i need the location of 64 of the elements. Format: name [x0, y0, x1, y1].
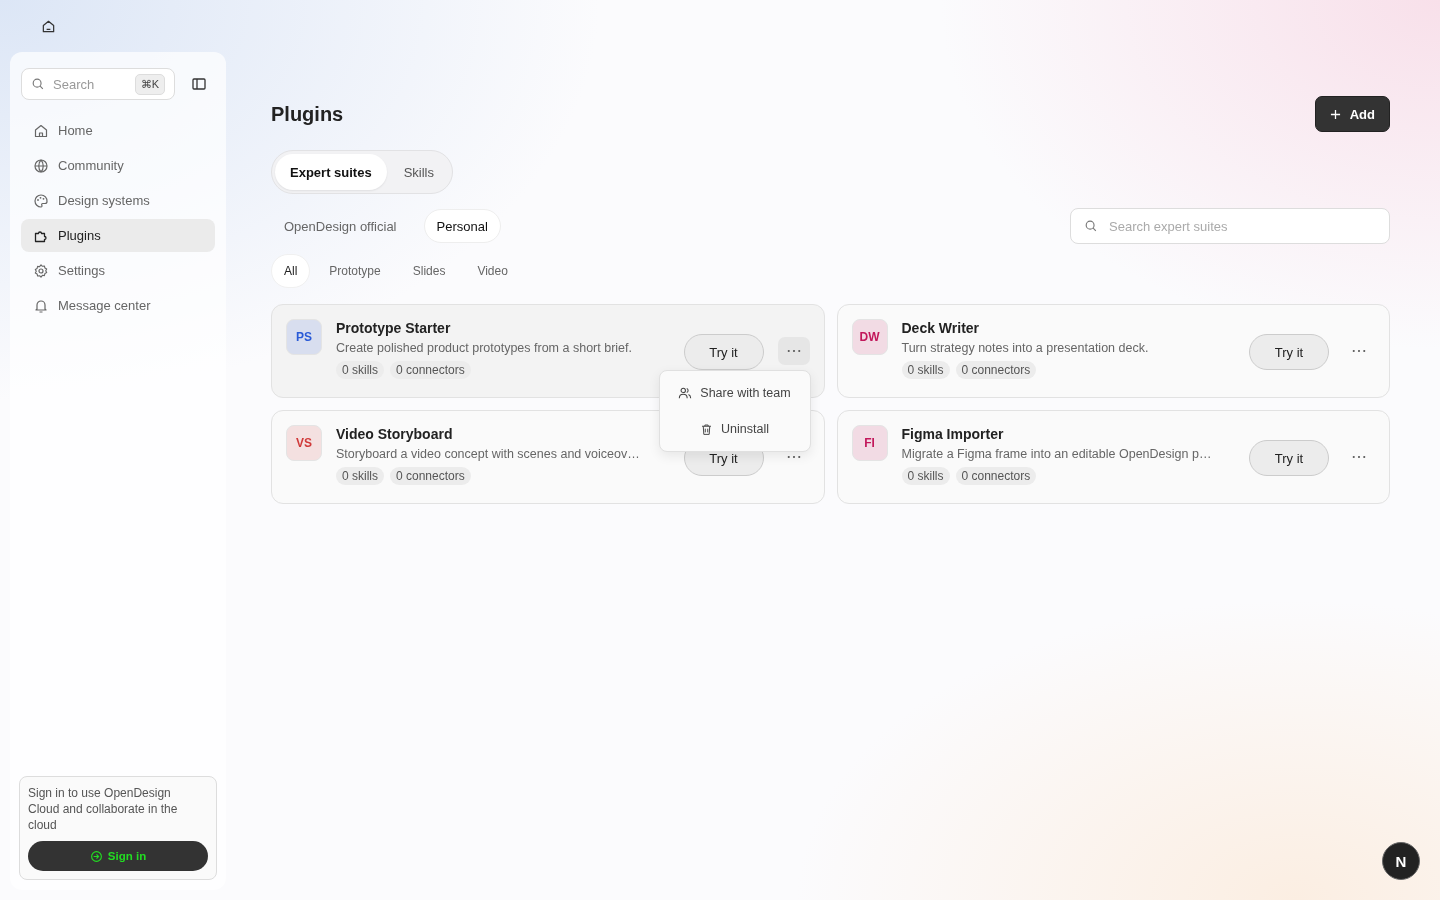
search-field[interactable]: Search expert suites: [1070, 208, 1390, 244]
sidebar-toggle-icon[interactable]: [191, 76, 207, 92]
plugin-description: Storyboard a video concept with scenes and voiceov…: [336, 447, 641, 461]
search-icon: [31, 77, 45, 91]
add-button[interactable]: Add: [1314, 96, 1390, 132]
source-filter[interactable]: OpenDesign official: [271, 209, 410, 243]
plugin-avatar: DW: [851, 319, 888, 355]
ellipsis-icon: [1352, 455, 1366, 459]
nav-item[interactable]: Message center: [21, 289, 215, 322]
plugin-card[interactable]: DW Deck Writer Turn strategy notes into a presentation deck. 0 skills 0 connectors Try it: [836, 304, 1390, 398]
trash-icon: [700, 422, 714, 436]
plugin-card[interactable]: FI Figma Importer Migrate a Figma frame into an editable OpenDesign p… 0 skills 0 connectors Try it: [836, 410, 1390, 504]
connectors-count: 0 connectors: [390, 361, 471, 379]
plugin-name: Deck Writer: [901, 320, 981, 336]
plugin-name: Video Storyboard: [336, 426, 454, 442]
more-button[interactable]: [777, 337, 810, 365]
plugin-description: Turn strategy notes into a presentation deck.: [901, 341, 1150, 355]
try-it-button[interactable]: Try it: [1249, 440, 1329, 476]
ellipsis-icon: [1352, 349, 1366, 353]
connectors-count: 0 connectors: [955, 361, 1037, 379]
nav-item[interactable]: Design systems: [21, 184, 215, 217]
nav-item[interactable]: Home: [21, 114, 215, 147]
ellipsis-icon: [786, 349, 801, 353]
plugin-description: Migrate a Figma frame into an editable OpenDesign p…: [901, 447, 1213, 461]
plugin-name: Figma Importer: [901, 426, 1005, 442]
try-it-button[interactable]: Try it: [1249, 334, 1329, 370]
home-icon[interactable]: [41, 18, 56, 34]
connectors-count: 0 connectors: [390, 467, 471, 485]
gear-icon: [33, 262, 49, 279]
plugin-avatar: VS: [286, 425, 322, 461]
sign-in-message: Sign in to use OpenDesign Cloud and collaborate in the cloud: [28, 785, 179, 833]
skills-count: 0 skills: [901, 361, 950, 379]
search-icon: [1084, 219, 1098, 233]
skills-count: 0 skills: [901, 467, 950, 485]
tab[interactable]: Skills: [388, 154, 449, 190]
connectors-count: 0 connectors: [955, 467, 1037, 485]
category-filter[interactable]: Slides: [399, 254, 459, 288]
skills-count: 0 skills: [336, 467, 384, 485]
category-filter[interactable]: All: [271, 254, 311, 288]
plugin-name: Prototype Starter: [336, 320, 452, 336]
nav-item[interactable]: Plugins: [21, 219, 215, 252]
page-title: Plugins: [271, 102, 344, 126]
plugin-avatar: FI: [851, 425, 888, 461]
plus-icon: [1329, 108, 1341, 120]
sign-in-button[interactable]: Sign in: [28, 841, 208, 871]
home-icon: [33, 122, 49, 139]
ellipsis-icon: [786, 455, 801, 459]
plugin-description: Create polished product prototypes from a short brief.: [336, 341, 633, 355]
assistant-button[interactable]: N: [1382, 842, 1420, 880]
category-filter[interactable]: Prototype: [316, 254, 394, 288]
skills-count: 0 skills: [336, 361, 384, 379]
tab[interactable]: Expert suites: [275, 154, 387, 190]
globe-icon: [33, 157, 49, 174]
palette-icon: [33, 192, 49, 209]
nav-item[interactable]: Settings: [21, 254, 215, 287]
category-filter[interactable]: Video: [464, 254, 521, 288]
plugin-avatar: PS: [286, 319, 322, 355]
try-it-button[interactable]: Try it: [683, 334, 764, 370]
bell-icon: [33, 297, 49, 314]
shortcut-badge: ⌘K: [134, 74, 165, 95]
people-icon: [678, 386, 693, 400]
source-filter[interactable]: Personal: [423, 209, 501, 243]
sign-in-icon: [89, 849, 103, 863]
nav-item[interactable]: Community: [21, 149, 215, 182]
